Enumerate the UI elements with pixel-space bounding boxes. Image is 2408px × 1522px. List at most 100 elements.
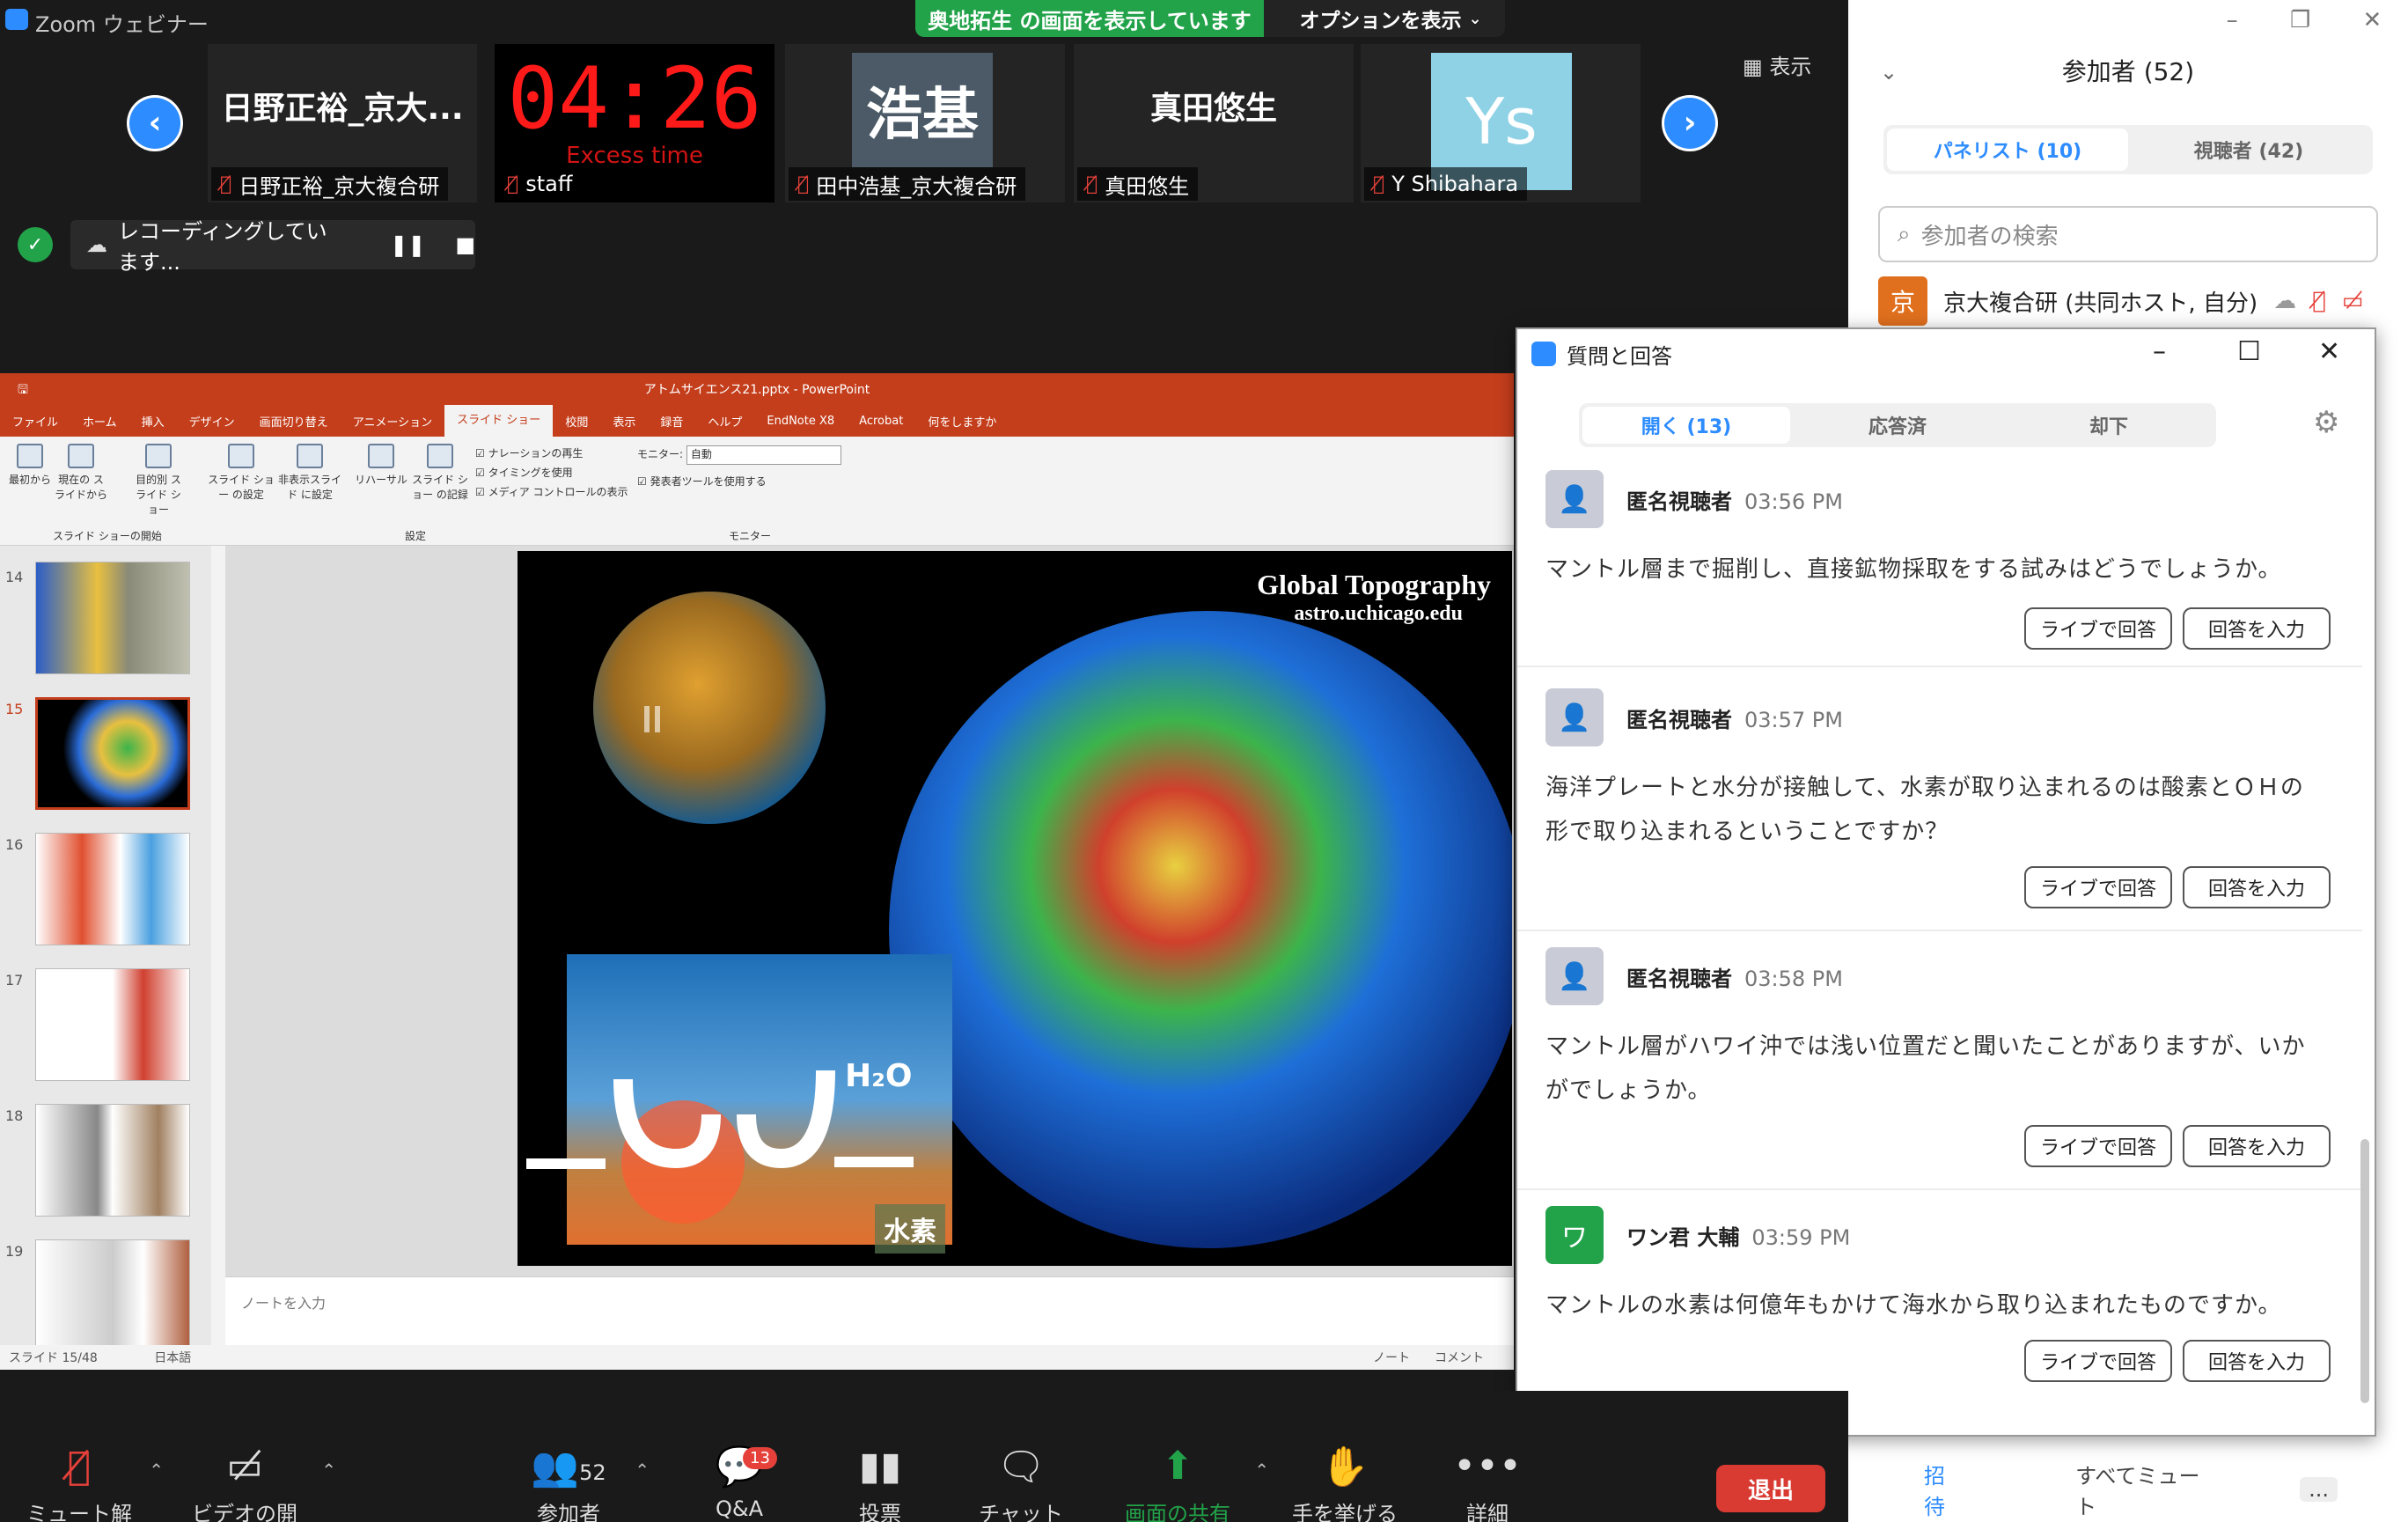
chevron-up-icon[interactable]: ⌃ <box>149 1460 164 1481</box>
answer-live-button[interactable]: ライブで回答 <box>2024 1340 2172 1382</box>
tab-view[interactable]: 表示 <box>600 413 648 430</box>
chat-button[interactable]: 🗨 チャット <box>977 1444 1065 1522</box>
tile-label-text: 日野正裕_京大複合研 <box>239 173 440 199</box>
ppt-ribbon: 最初から 現在の スライドから 目的別 スライド ショー スライド ショー の設… <box>0 437 1514 546</box>
monitor-selector[interactable]: モニター: 自動 <box>637 445 841 465</box>
avatar: 京 <box>1878 276 1927 326</box>
close-icon[interactable]: ✕ <box>2363 7 2382 33</box>
rehearse-button[interactable]: リハーサル <box>352 444 410 487</box>
maximize-icon[interactable]: ☐ <box>2237 336 2261 367</box>
pause-recording-button[interactable]: ❚❚ <box>390 232 425 257</box>
from-current-button[interactable]: 現在の スライドから <box>55 444 107 502</box>
record-show-button[interactable]: スライド ショー の記録 <box>408 444 472 502</box>
tab-animations[interactable]: アニメーション <box>341 413 444 430</box>
answer-live-button[interactable]: ライブで回答 <box>2024 607 2172 650</box>
participant-search-input[interactable]: ⌕ 参加者の検索 <box>1878 206 2378 262</box>
slide-thumbnail-19[interactable] <box>35 1239 190 1352</box>
chevron-up-icon[interactable]: ⌃ <box>1254 1460 1269 1481</box>
comments-toggle[interactable]: コメント <box>1435 1349 1484 1366</box>
tab-open[interactable]: 開く (13) <box>1582 407 1790 444</box>
type-answer-button[interactable]: 回答を入力 <box>2183 866 2331 908</box>
ppt-ribbon-tabs: ファイル ホーム 挿入 デザイン 画面切り替え アニメーション スライド ショー… <box>0 405 1514 437</box>
minimize-icon[interactable]: – <box>2153 336 2166 367</box>
tab-transitions[interactable]: 画面切り替え <box>247 413 341 430</box>
prev-videos-button[interactable]: ‹ <box>127 95 183 151</box>
stop-recording-button[interactable]: ■ <box>455 232 475 257</box>
type-answer-button[interactable]: 回答を入力 <box>2183 1340 2331 1382</box>
view-label: 表示 <box>1769 55 1812 79</box>
qa-button[interactable]: 💬 13 Q&A <box>704 1444 777 1521</box>
share-screen-button[interactable]: ⬆ 画面の共有 ⌃ <box>1118 1444 1269 1522</box>
close-icon[interactable]: ✕ <box>2318 336 2340 367</box>
leave-button[interactable]: 退出 <box>1716 1465 1825 1512</box>
participant-row-self[interactable]: 京 京大複合研 (共同ホスト, 自分) ☁ 🎙̸ ▭̸ <box>1878 275 2389 327</box>
tab-insert[interactable]: 挿入 <box>129 413 177 430</box>
video-tile-shibahara[interactable]: Ys 🎙̸ Y Shibahara <box>1361 44 1641 202</box>
tab-review[interactable]: 校閲 <box>553 413 600 430</box>
video-tile-sanada[interactable]: 真田悠生 🎙̸ 真田悠生 <box>1074 44 1354 202</box>
minimize-icon[interactable]: – <box>2227 7 2238 33</box>
tab-design[interactable]: デザイン <box>177 413 247 430</box>
tab-slideshow[interactable]: スライド ショー <box>444 405 554 437</box>
answer-live-button[interactable]: ライブで回答 <box>2024 866 2172 908</box>
slide-thumbnail-15[interactable] <box>35 697 190 810</box>
qa-scrollbar[interactable] <box>2360 1139 2369 1403</box>
security-shield-icon[interactable]: ✓ <box>18 227 53 262</box>
hide-slide-button[interactable]: 非表示スライド に設定 <box>275 444 345 502</box>
answer-live-button[interactable]: ライブで回答 <box>2024 1125 2172 1167</box>
slide-thumbnail-18[interactable] <box>35 1104 190 1217</box>
tab-help[interactable]: ヘルプ <box>695 413 754 430</box>
presenter-view-checkbox[interactable]: ☑ 発表者ツールを使用する <box>637 474 767 489</box>
start-video-button[interactable]: ▭̸ ビデオの開始 ⌃ <box>185 1444 336 1522</box>
chevron-up-icon[interactable]: ⌃ <box>321 1460 336 1481</box>
more-options-button[interactable]: ... <box>2300 1477 2338 1502</box>
notes-toggle[interactable]: ノート <box>1373 1349 1410 1366</box>
type-answer-button[interactable]: 回答を入力 <box>2183 1125 2331 1167</box>
polls-button[interactable]: ▮▮ 投票 <box>845 1444 915 1522</box>
tab-acrobat[interactable]: Acrobat <box>847 415 915 428</box>
participants-button[interactable]: 👥52 参加者 ⌃ <box>519 1444 650 1522</box>
thumb-number: 16 <box>5 836 24 853</box>
slide-thumbnail-14[interactable] <box>35 562 190 674</box>
chevron-down-icon: ⌄ <box>1468 9 1482 28</box>
tell-me-search[interactable]: 何をしますか <box>915 413 1009 430</box>
video-tile-tanaka[interactable]: 浩基 🎙̸ 田中浩基_京大複合研 <box>785 44 1065 202</box>
tab-endnote[interactable]: EndNote X8 <box>754 415 847 428</box>
custom-show-icon <box>145 444 172 468</box>
setup-show-button[interactable]: スライド ショー の設定 <box>208 444 275 502</box>
tab-record[interactable]: 録音 <box>648 413 695 430</box>
next-videos-button[interactable]: › <box>1662 95 1718 151</box>
from-beginning-button[interactable]: 最初から <box>5 444 55 487</box>
more-button[interactable]: ••• 詳細 <box>1452 1444 1523 1522</box>
mute-all-button[interactable]: すべてミュート <box>2075 1459 2203 1520</box>
tab-panelists[interactable]: パネリスト (10) <box>1887 129 2128 171</box>
type-answer-button[interactable]: 回答を入力 <box>2183 607 2331 650</box>
video-tile-staff[interactable]: 04:26 Excess time 🎙̸ staff <box>495 44 775 202</box>
view-button[interactable]: ▦ 表示 <box>1743 49 1811 80</box>
invite-button[interactable]: 招待 <box>1924 1459 1961 1520</box>
restore-icon[interactable]: ❐ <box>2290 7 2310 33</box>
checkbox-label: メディア コントロールの表示 <box>488 486 628 498</box>
participants-footer: 招待 すべてミュート ... <box>1924 1464 2338 1519</box>
tab-home[interactable]: ホーム <box>70 413 129 430</box>
timings-checkbox[interactable]: ☑ タイミングを使用 <box>475 463 628 482</box>
chevron-left-icon: ‹ <box>129 98 180 149</box>
thumb-number: 19 <box>5 1243 24 1260</box>
tab-file[interactable]: ファイル <box>0 413 70 430</box>
unmute-button[interactable]: 🎙̸ ミュート解除 ⌃ <box>26 1444 164 1522</box>
timer-display: 04:26 <box>507 49 762 148</box>
view-options-button[interactable]: オプションを表示 ⌄ <box>1276 0 1505 37</box>
tab-attendees[interactable]: 視聴者 (42) <box>2128 129 2369 171</box>
chevron-up-icon[interactable]: ⌃ <box>635 1460 650 1481</box>
media-controls-checkbox[interactable]: ☑ メディア コントロールの表示 <box>475 482 628 502</box>
slide-thumbnail-17[interactable] <box>35 968 190 1081</box>
tab-dismissed[interactable]: 却下 <box>2005 407 2213 444</box>
gear-icon[interactable]: ⚙ <box>2313 405 2339 440</box>
slide-thumbnail-16[interactable] <box>35 833 190 945</box>
video-tile-hino[interactable]: 日野正裕_京大... 🎙̸ 日野正裕_京大複合研 <box>208 44 477 202</box>
raise-hand-button[interactable]: ✋ 手を挙げる <box>1292 1444 1398 1522</box>
tab-answered[interactable]: 応答済 <box>1794 407 2001 444</box>
narration-checkbox[interactable]: ☑ ナレーションの再生 <box>475 444 628 463</box>
custom-show-button[interactable]: 目的別 スライド ショー <box>132 444 185 517</box>
monitor-select[interactable]: 自動 <box>686 445 841 465</box>
